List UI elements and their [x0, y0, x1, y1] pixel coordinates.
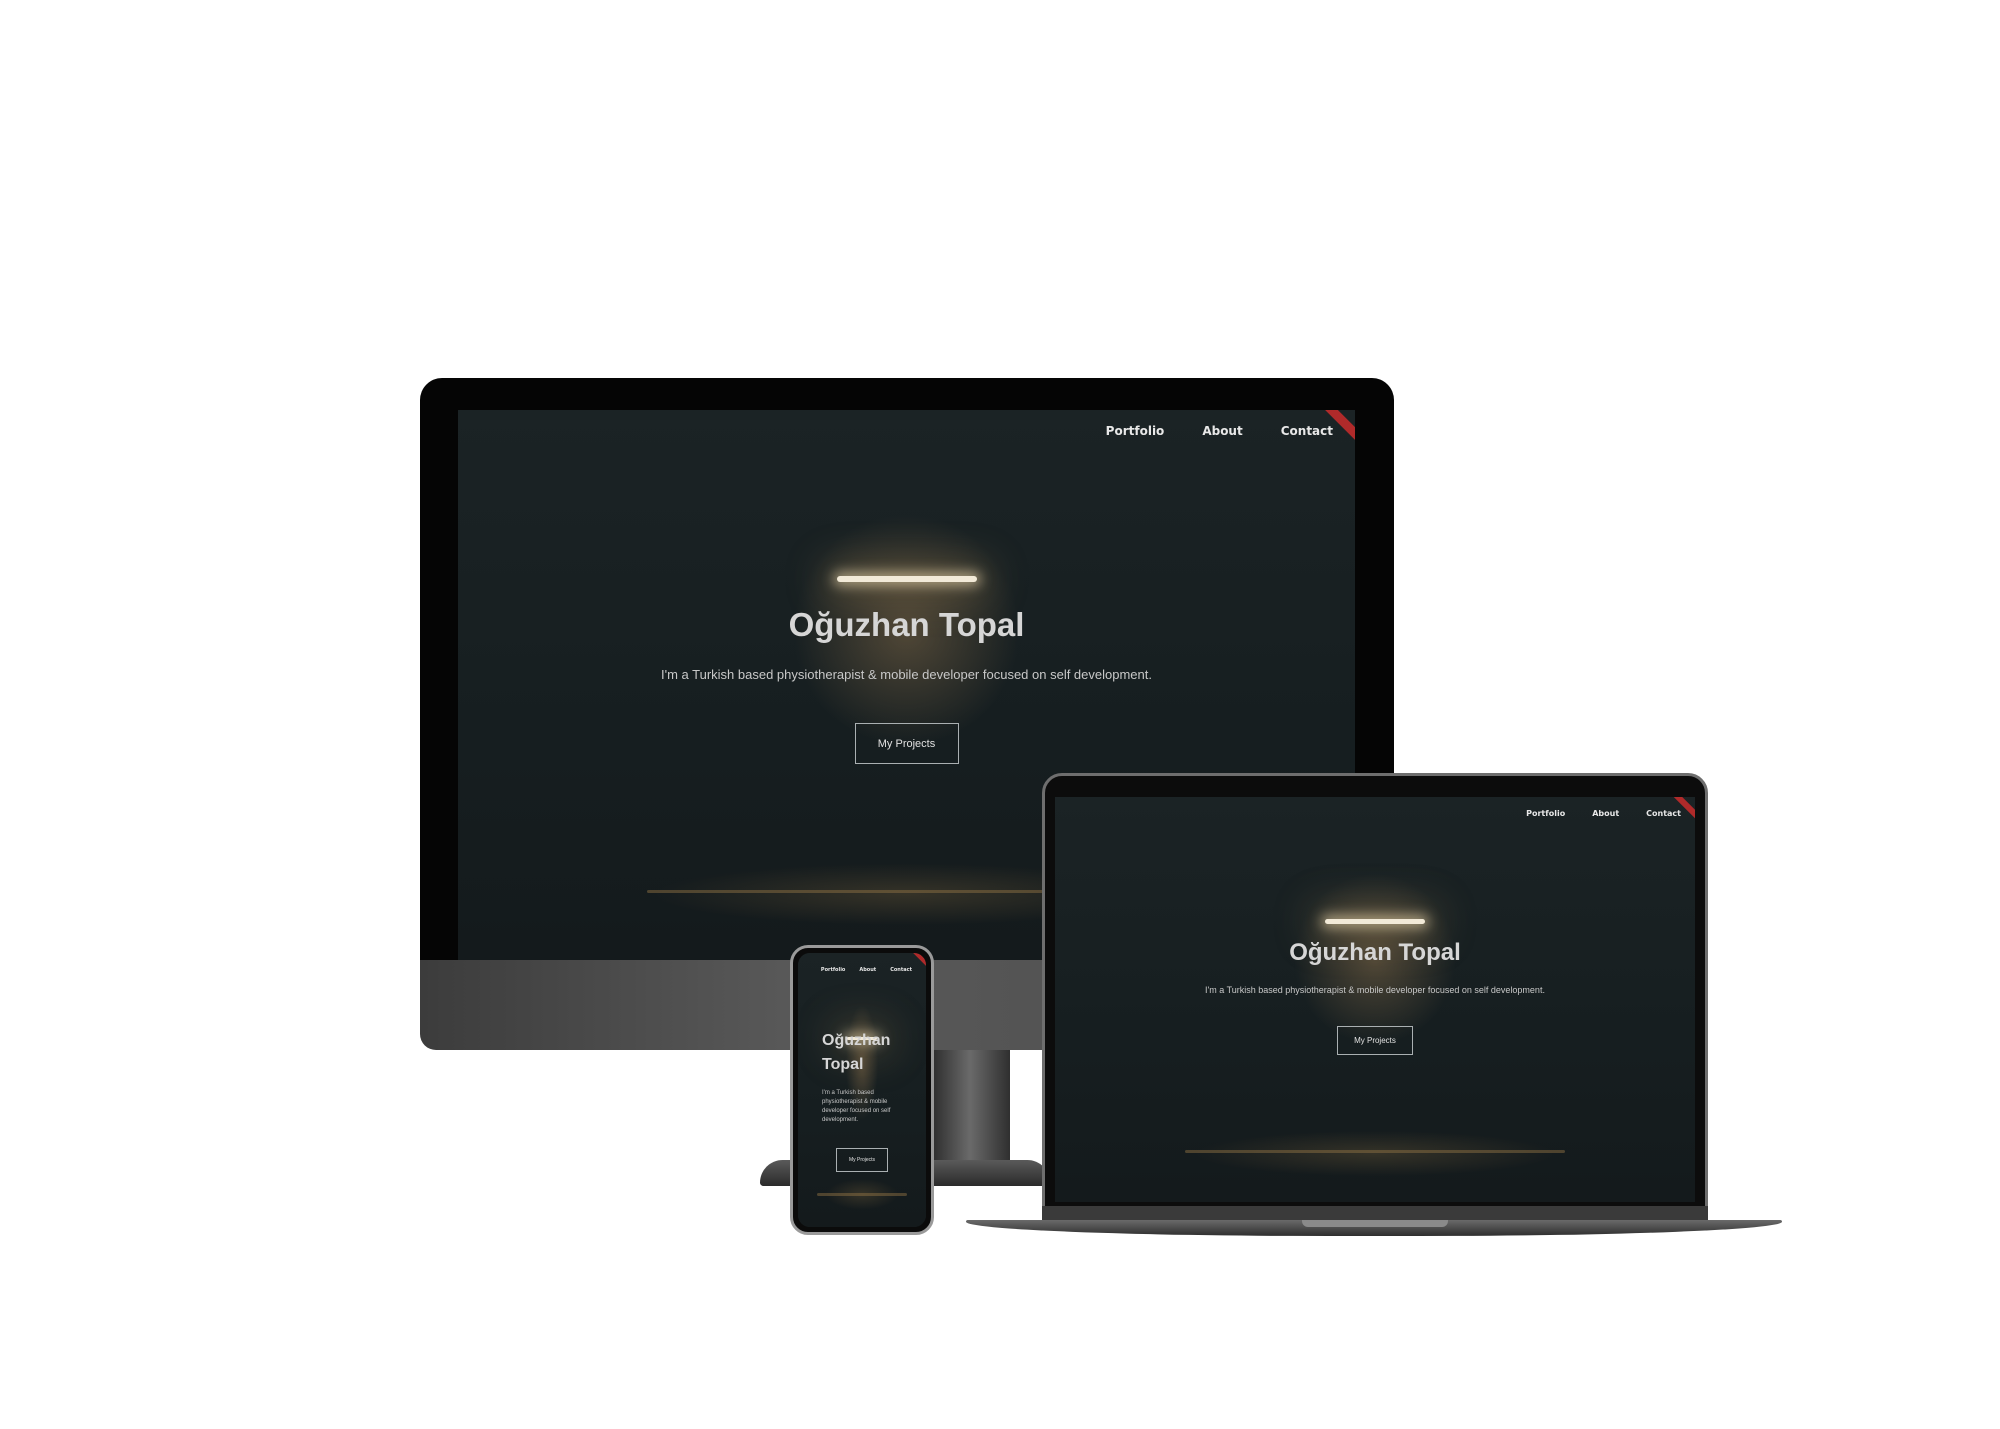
- hero-title: Oğuzhan Topal: [822, 1029, 890, 1077]
- laptop-trackpad-notch: [1302, 1220, 1448, 1227]
- my-projects-button[interactable]: My Projects: [836, 1148, 888, 1172]
- floor-light: [817, 1193, 907, 1196]
- hero-background-image: [1055, 797, 1695, 1202]
- imac-stand: [930, 1050, 1010, 1170]
- hero-subtitle: I'm a Turkish based physiotherapist & mo…: [822, 1090, 891, 1123]
- nav-bar: Portfolio About Contact: [1526, 809, 1681, 818]
- nav-portfolio-link[interactable]: Portfolio: [1106, 424, 1165, 438]
- corner-ribbon: [910, 953, 926, 969]
- laptop-website-screen: Portfolio About Contact Oğuzhan Topal I'…: [1055, 797, 1695, 1202]
- nav-about-link[interactable]: About: [1202, 424, 1242, 438]
- hero-title: Oğuzhan Topal: [1289, 939, 1461, 966]
- floor-light: [1185, 1150, 1565, 1153]
- nav-about-link[interactable]: About: [859, 967, 876, 973]
- my-projects-button[interactable]: My Projects: [854, 723, 959, 764]
- nav-contact-link[interactable]: Contact: [890, 967, 912, 973]
- nav-contact-link[interactable]: Contact: [1646, 809, 1681, 818]
- laptop-hinge: [1042, 1206, 1708, 1220]
- nav-about-link[interactable]: About: [1592, 809, 1619, 818]
- my-projects-button[interactable]: My Projects: [1337, 1026, 1413, 1055]
- mobile-website-screen: Portfolio About Contact Oğuzhan Topal I'…: [798, 953, 926, 1227]
- nav-portfolio-link[interactable]: Portfolio: [1526, 809, 1565, 818]
- hero-title: Oğuzhan Topal: [788, 606, 1025, 643]
- ceiling-lamp: [836, 576, 977, 582]
- hero-title-line-2: Topal: [822, 1056, 864, 1073]
- nav-bar: Portfolio About Contact: [1106, 424, 1333, 438]
- nav-contact-link[interactable]: Contact: [1281, 424, 1333, 438]
- nav-portfolio-link[interactable]: Portfolio: [821, 967, 845, 973]
- ceiling-lamp: [1325, 919, 1425, 924]
- nav-bar: Portfolio About Contact: [821, 967, 912, 973]
- hero-subtitle: I'm a Turkish based physiotherapist & mo…: [1205, 985, 1545, 995]
- hero-title-line-1: Oğuzhan: [822, 1032, 891, 1049]
- hero-subtitle: I'm a Turkish based physiotherapist & mo…: [661, 667, 1152, 682]
